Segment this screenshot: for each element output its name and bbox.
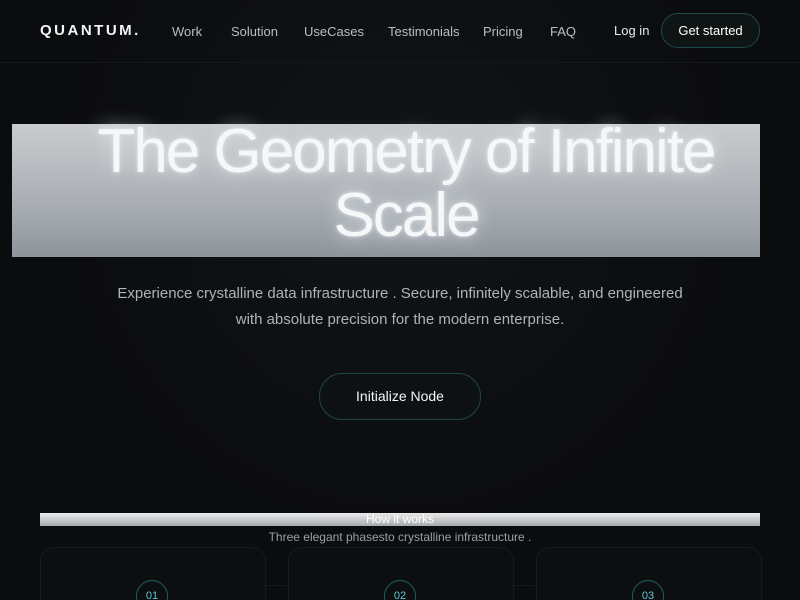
hero-title-line-1: The Geometry of Infinite: [97, 117, 716, 186]
how-it-works-heading: How it works: [365, 512, 434, 526]
step-card-1: 01: [40, 547, 266, 600]
brand-logo[interactable]: QUANTUM.: [40, 22, 141, 39]
step-card-3: 03: [536, 547, 762, 600]
hero-subtitle: Experience crystalline data infrastructu…: [100, 281, 700, 333]
nav-link-testimonials[interactable]: Testimonials: [388, 24, 460, 39]
nav-link-faq[interactable]: FAQ: [550, 24, 576, 39]
nav-link-solution[interactable]: Solution: [231, 24, 278, 39]
step-number-badge: 03: [632, 580, 664, 600]
top-navigation: QUANTUM. Work Solution UseCases Testimon…: [0, 0, 800, 63]
nav-link-work[interactable]: Work: [172, 24, 202, 39]
nav-link-pricing[interactable]: Pricing: [483, 24, 523, 39]
connector-line: [265, 585, 287, 586]
step-number-badge: 01: [136, 580, 168, 600]
hero-title-line-2: Scale: [333, 181, 480, 250]
login-link[interactable]: Log in: [614, 23, 649, 38]
hero-subtitle-line-1: Experience crystalline data infrastructu…: [117, 285, 683, 302]
how-it-works-subtitle: Three elegant phasesto crystalline infra…: [268, 530, 532, 544]
step-card-2: 02: [288, 547, 514, 600]
landing-page: QUANTUM. Work Solution UseCases Testimon…: [0, 0, 800, 600]
step-number-badge: 02: [384, 580, 416, 600]
get-started-button[interactable]: Get started: [661, 13, 760, 48]
hero-title: The Geometry of Infinite Scale: [12, 120, 800, 248]
initialize-node-button[interactable]: Initialize Node: [319, 373, 481, 420]
connector-line: [513, 585, 535, 586]
hero-subtitle-line-2: with absolute precision for the modern e…: [235, 311, 565, 328]
nav-link-usecases[interactable]: UseCases: [304, 24, 364, 39]
